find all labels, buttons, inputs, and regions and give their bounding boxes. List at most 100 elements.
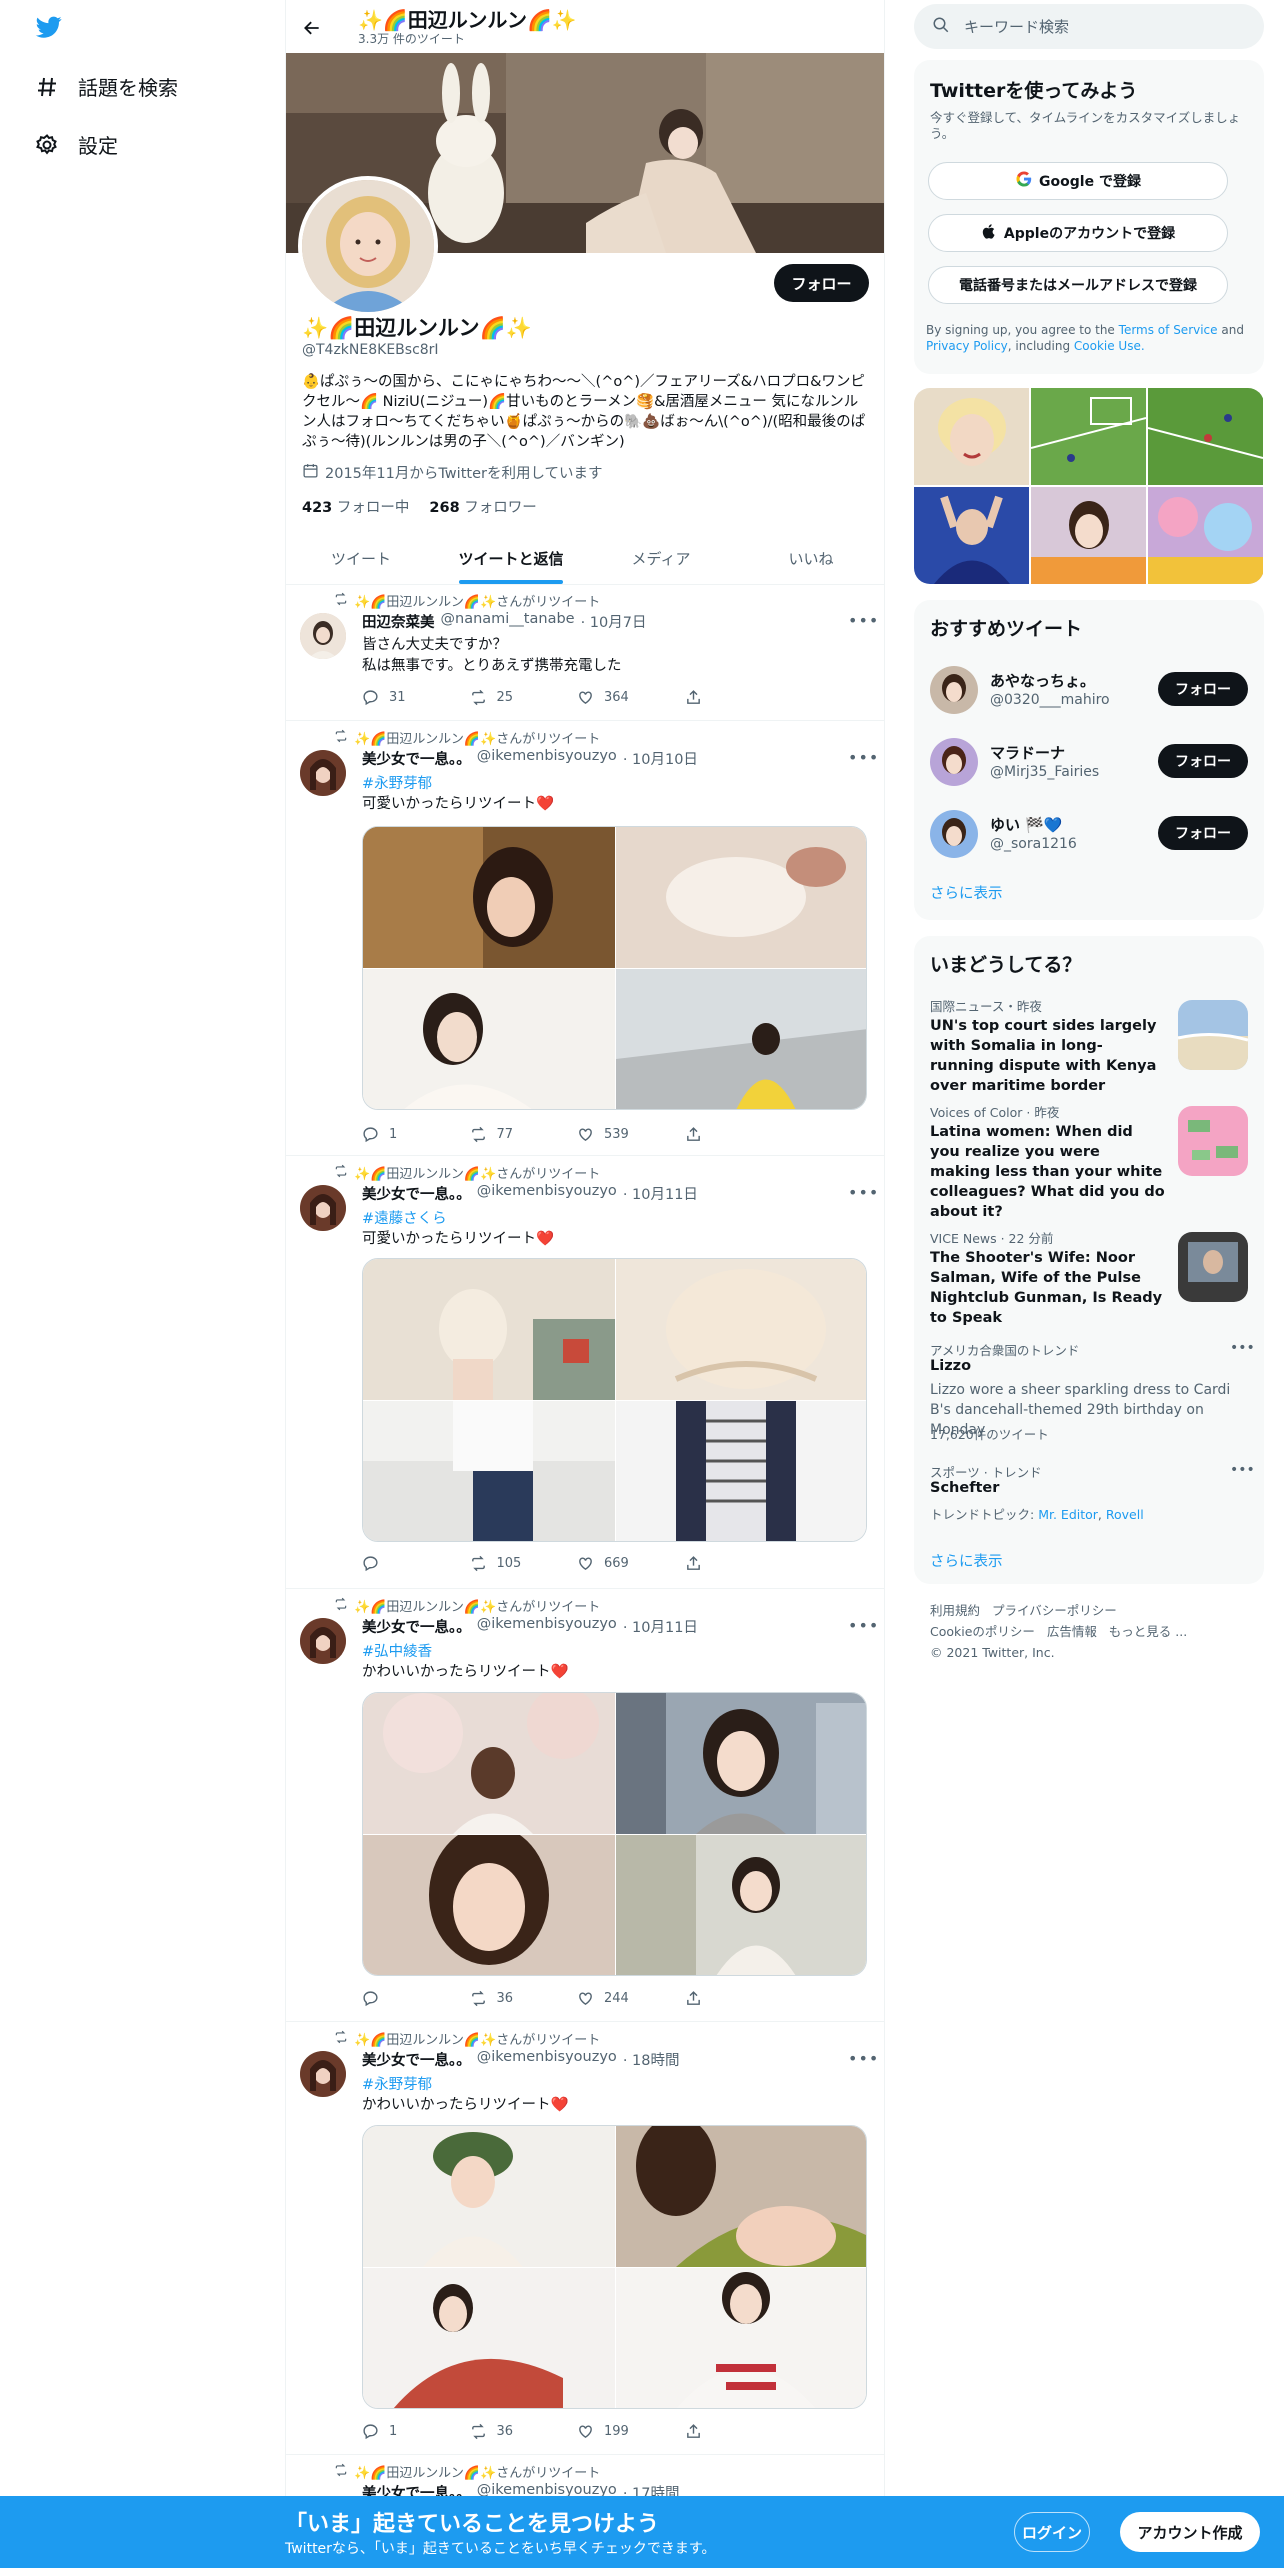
tweet-media-grid[interactable] [362, 1258, 867, 1542]
tweet-author-handle[interactable]: @nanami__tanabe [441, 611, 575, 632]
like-button[interactable]: 199 [577, 2423, 685, 2440]
tweet-hashtag[interactable]: #永野芽郁 [362, 2073, 432, 2094]
footer-terms-link[interactable]: 利用規約 [930, 1603, 980, 1618]
avatar[interactable] [300, 750, 346, 796]
share-button[interactable] [685, 2423, 793, 2440]
more-options-icon[interactable]: ••• [848, 1183, 879, 1202]
avatar[interactable] [930, 738, 978, 786]
more-options-icon[interactable]: ••• [848, 611, 879, 630]
reply-button[interactable]: 1 [362, 2423, 470, 2440]
trend-item[interactable]: 国際ニュース・昨夜 UN's top court sides largely w… [914, 996, 1264, 1096]
google-signup-button[interactable]: Google で登録 [928, 162, 1228, 200]
tweet[interactable]: ✨🌈田辺ルンルン🌈✨さんがリツイート 美少女で一息。。 @ikemenbisyo… [286, 1157, 884, 1589]
tweet[interactable]: ✨🌈田辺ルンルン🌈✨さんがリツイート 美少女で一息。。 @ikemenbisyo… [286, 722, 884, 1156]
phone-email-signup-button[interactable]: 電話番号またはメールアドレスで登録 [928, 266, 1228, 304]
media-photo[interactable] [616, 1259, 866, 1400]
recommended-user[interactable]: ゆい 🏁💙 @_sora1216 フォロー [914, 800, 1264, 870]
nav-explore[interactable]: 話題を検索 [34, 72, 178, 101]
recommended-user-name[interactable]: マラドーナ [990, 742, 1065, 763]
tab-media[interactable]: メディア [586, 532, 736, 584]
cookie-use-link[interactable]: Cookie Use. [1074, 339, 1145, 353]
show-more-link[interactable]: さらに表示 [930, 1550, 1003, 1571]
avatar[interactable] [930, 666, 978, 714]
show-more-link[interactable]: さらに表示 [930, 882, 1003, 903]
profile-media-mosaic[interactable] [914, 388, 1264, 584]
avatar[interactable] [300, 2051, 346, 2097]
tweet-author-name[interactable]: 田辺奈菜美 [362, 611, 435, 632]
share-button[interactable] [685, 1126, 793, 1143]
media-thumb[interactable] [1148, 487, 1263, 584]
trend-item[interactable]: VICE News · 22 分前 The Shooter's Wife: No… [914, 1228, 1264, 1328]
tweet-hashtag[interactable]: #永野芽郁 [362, 772, 432, 793]
tweet-author-handle[interactable]: @ikemenbisyouzyo [477, 1616, 617, 1637]
footer-privacy-link[interactable]: プライバシーポリシー [992, 1603, 1117, 1618]
media-photo[interactable] [363, 827, 615, 968]
recommended-user[interactable]: あやなっちょ。 @0320___mahiro フォロー [914, 656, 1264, 726]
recommended-user[interactable]: マラドーナ @Mirj35_Fairies フォロー [914, 728, 1264, 798]
media-photo[interactable] [363, 1401, 615, 1541]
tweet-author-handle[interactable]: @ikemenbisyouzyo [477, 748, 617, 769]
trend-item[interactable]: Voices of Color · 昨夜 Latina women: When … [914, 1102, 1264, 1222]
tweet-author-name[interactable]: 美少女で一息。。 [362, 748, 471, 769]
reply-button[interactable] [362, 1990, 470, 2007]
tab-tweets-and-replies[interactable]: ツイートと返信 [436, 532, 586, 584]
footer-cookie-link[interactable]: Cookieのポリシー [930, 1624, 1035, 1639]
media-thumb[interactable] [914, 388, 1029, 485]
like-button[interactable]: 364 [577, 689, 685, 706]
avatar[interactable] [300, 1185, 346, 1231]
terms-of-service-link[interactable]: Terms of Service [1119, 323, 1218, 337]
tweet-time[interactable]: · 18時間 [623, 2049, 680, 2070]
tweet-author-name[interactable]: 美少女で一息。。 [362, 2049, 471, 2070]
media-photo[interactable] [616, 1835, 866, 1975]
like-button[interactable]: 244 [577, 1990, 685, 2007]
media-photo[interactable] [616, 2268, 866, 2408]
more-options-icon[interactable]: ••• [848, 1616, 879, 1635]
login-button[interactable]: ログイン [1014, 2512, 1090, 2552]
footer-more-link[interactable]: もっと見る ... [1109, 1624, 1187, 1639]
follow-button[interactable]: フォロー [1158, 744, 1248, 778]
tweet-author-handle[interactable]: @ikemenbisyouzyo [477, 2049, 617, 2070]
following-stat[interactable]: 423 フォロー中 [302, 496, 409, 517]
trend-topic-link[interactable]: Rovell [1106, 1507, 1144, 1522]
media-photo[interactable] [363, 1259, 615, 1400]
followers-stat[interactable]: 268 フォロワー [429, 496, 536, 517]
tweet-hashtag[interactable]: #弘中綾香 [362, 1640, 432, 1661]
tweet[interactable]: ✨🌈田辺ルンルン🌈✨さんがリツイート 美少女で一息。。 @ikemenbisyo… [286, 2023, 884, 2455]
media-thumb[interactable] [1031, 487, 1146, 584]
more-options-icon[interactable]: ••• [848, 2049, 879, 2068]
privacy-policy-link[interactable]: Privacy Policy [926, 339, 1008, 353]
media-photo[interactable] [363, 1835, 615, 1975]
trend-topic-link[interactable]: Mr. Editor [1038, 1507, 1098, 1522]
tweet-time[interactable]: · 10月7日 [581, 611, 647, 632]
tweet-media-grid[interactable] [362, 2125, 867, 2409]
share-button[interactable] [685, 689, 793, 706]
retweet-button[interactable]: 36 [470, 1990, 578, 2007]
media-photo[interactable] [363, 2126, 615, 2267]
retweet-button[interactable]: 36 [470, 2423, 578, 2440]
media-photo[interactable] [363, 2268, 615, 2408]
follow-button[interactable]: フォロー [1158, 672, 1248, 706]
twitter-logo-icon[interactable] [34, 14, 64, 40]
more-options-icon[interactable]: ••• [1230, 1462, 1255, 1478]
recommended-user-name[interactable]: ゆい 🏁💙 [990, 814, 1063, 835]
media-thumb[interactable] [1148, 388, 1263, 485]
tweet-time[interactable]: · 10月11日 [623, 1183, 698, 1204]
follow-button[interactable]: フォロー [1158, 816, 1248, 850]
trend-item-schefter[interactable]: スポーツ · トレンド Schefter トレンドトピック: Mr. Edito… [914, 1462, 1264, 1532]
tweet-time[interactable]: · 10月10日 [623, 748, 698, 769]
tweet-time[interactable]: · 10月11日 [623, 1616, 698, 1637]
tweet-media-grid[interactable] [362, 1692, 867, 1976]
retweet-button[interactable]: 105 [470, 1555, 578, 1572]
more-options-icon[interactable]: ••• [848, 748, 879, 767]
tab-likes[interactable]: いいね [736, 532, 884, 584]
tweet-author-name[interactable]: 美少女で一息。。 [362, 1183, 471, 1204]
follow-button[interactable]: フォロー [774, 264, 869, 302]
media-photo[interactable] [616, 1693, 866, 1834]
tweet-media-grid[interactable] [362, 826, 867, 1110]
media-thumb[interactable] [914, 487, 1029, 584]
tab-tweets[interactable]: ツイート [286, 532, 436, 584]
signup-button[interactable]: アカウント作成 [1120, 2512, 1260, 2552]
like-button[interactable]: 669 [577, 1555, 685, 1572]
media-photo[interactable] [616, 2126, 866, 2267]
retweet-button[interactable]: 25 [470, 689, 578, 706]
